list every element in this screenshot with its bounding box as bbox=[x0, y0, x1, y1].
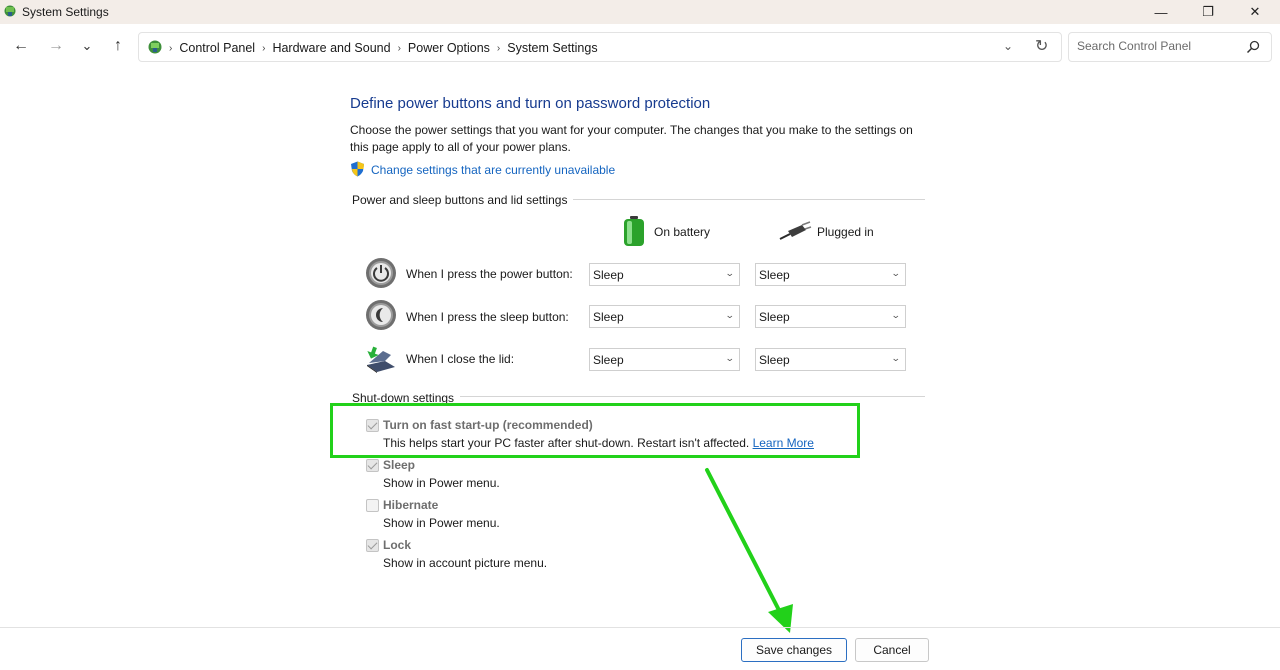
uac-shield-icon bbox=[351, 161, 364, 177]
power-button-icon bbox=[366, 258, 396, 288]
breadcrumb-separator[interactable]: › bbox=[497, 43, 500, 54]
hibernate-option-title: Hibernate bbox=[383, 498, 439, 512]
back-button[interactable]: ← bbox=[9, 34, 33, 58]
close-lid-label: When I close the lid: bbox=[406, 352, 515, 366]
hibernate-checkbox[interactable] bbox=[366, 499, 379, 512]
lock-checkbox[interactable] bbox=[366, 539, 379, 552]
address-bar[interactable]: › Control Panel › Hardware and Sound › P… bbox=[138, 32, 1062, 62]
selected-value: Sleep bbox=[759, 268, 790, 282]
laptop-lid-icon bbox=[367, 346, 395, 373]
on-battery-header: On battery bbox=[654, 225, 711, 239]
sleep-button-label: When I press the sleep button: bbox=[406, 310, 569, 324]
control-panel-icon bbox=[148, 40, 162, 54]
sleep-button-plugged-select[interactable]: Sleep ⌄ bbox=[755, 305, 906, 328]
maximize-button[interactable]: ❐ bbox=[1185, 0, 1231, 24]
page-title: Define power buttons and turn on passwor… bbox=[350, 95, 711, 112]
plugged-in-header: Plugged in bbox=[817, 225, 874, 239]
chevron-down-icon: ⌄ bbox=[891, 268, 902, 278]
selected-value: Sleep bbox=[593, 268, 624, 282]
lock-option-title: Lock bbox=[383, 538, 412, 552]
selected-value: Sleep bbox=[593, 353, 624, 367]
breadcrumb-separator[interactable]: › bbox=[398, 43, 401, 54]
breadcrumb-separator[interactable]: › bbox=[262, 43, 265, 54]
selected-value: Sleep bbox=[593, 310, 624, 324]
chevron-down-icon: ⌄ bbox=[891, 310, 902, 320]
recent-locations-button[interactable]: ⌄ bbox=[75, 34, 99, 58]
sleep-checkbox[interactable] bbox=[366, 459, 379, 472]
up-button[interactable]: ↑ bbox=[106, 34, 130, 58]
lock-option-description: Show in account picture menu. bbox=[383, 556, 548, 570]
window-title: System Settings bbox=[22, 5, 109, 19]
power-button-label: When I press the power button: bbox=[406, 267, 573, 281]
chevron-down-icon: ⌄ bbox=[891, 353, 902, 363]
power-button-battery-select[interactable]: Sleep ⌄ bbox=[589, 263, 740, 286]
search-icon[interactable] bbox=[1246, 40, 1260, 54]
forward-button[interactable]: → bbox=[44, 34, 68, 58]
navigation-bar: ← → ⌄ ↑ › Control Panel › Hardware and S… bbox=[0, 24, 1280, 70]
battery-icon bbox=[624, 216, 644, 246]
breadcrumb-hardware-and-sound[interactable]: Hardware and Sound bbox=[272, 41, 390, 55]
breadcrumb-power-options[interactable]: Power Options bbox=[408, 41, 490, 55]
chevron-down-icon: ⌄ bbox=[725, 268, 736, 278]
search-input[interactable] bbox=[1077, 39, 1237, 53]
save-changes-button[interactable]: Save changes bbox=[741, 638, 847, 662]
control-panel-app-icon bbox=[4, 5, 16, 17]
selected-value: Sleep bbox=[759, 353, 790, 367]
chevron-down-icon: ⌄ bbox=[725, 353, 736, 363]
breadcrumb-control-panel[interactable]: Control Panel bbox=[179, 41, 255, 55]
footer-divider bbox=[0, 627, 1280, 628]
sleep-option-title: Sleep bbox=[383, 458, 416, 472]
selected-value: Sleep bbox=[759, 310, 790, 324]
sleep-option-description: Show in Power menu. bbox=[383, 476, 500, 490]
minimize-button[interactable]: — bbox=[1138, 0, 1184, 24]
change-unavailable-settings-link[interactable]: Change settings that are currently unava… bbox=[371, 163, 615, 177]
search-box[interactable] bbox=[1068, 32, 1272, 62]
breadcrumb-separator: › bbox=[169, 42, 173, 54]
sleep-button-battery-select[interactable]: Sleep ⌄ bbox=[589, 305, 740, 328]
cancel-button[interactable]: Cancel bbox=[855, 638, 929, 662]
sleep-button-icon bbox=[366, 300, 396, 330]
page-description: Choose the power settings that you want … bbox=[350, 123, 913, 154]
close-button[interactable]: ✕ bbox=[1232, 0, 1278, 24]
breadcrumb: › Control Panel › Hardware and Sound › P… bbox=[169, 41, 598, 55]
refresh-button[interactable]: ↻ bbox=[1035, 36, 1048, 56]
power-section-label: Power and sleep buttons and lid settings bbox=[352, 193, 574, 207]
highlight-annotation bbox=[330, 403, 860, 458]
hibernate-option-description: Show in Power menu. bbox=[383, 516, 500, 530]
close-lid-battery-select[interactable]: Sleep ⌄ bbox=[589, 348, 740, 371]
chevron-down-icon: ⌄ bbox=[725, 310, 736, 320]
title-bar: System Settings — ❐ ✕ bbox=[0, 0, 1280, 24]
address-history-dropdown[interactable]: ⌄ bbox=[1003, 39, 1013, 53]
breadcrumb-system-settings[interactable]: System Settings bbox=[507, 41, 597, 55]
power-button-plugged-select[interactable]: Sleep ⌄ bbox=[755, 263, 906, 286]
green-arrow-annotation bbox=[705, 468, 793, 633]
close-lid-plugged-select[interactable]: Sleep ⌄ bbox=[755, 348, 906, 371]
power-plug-icon bbox=[779, 221, 812, 240]
